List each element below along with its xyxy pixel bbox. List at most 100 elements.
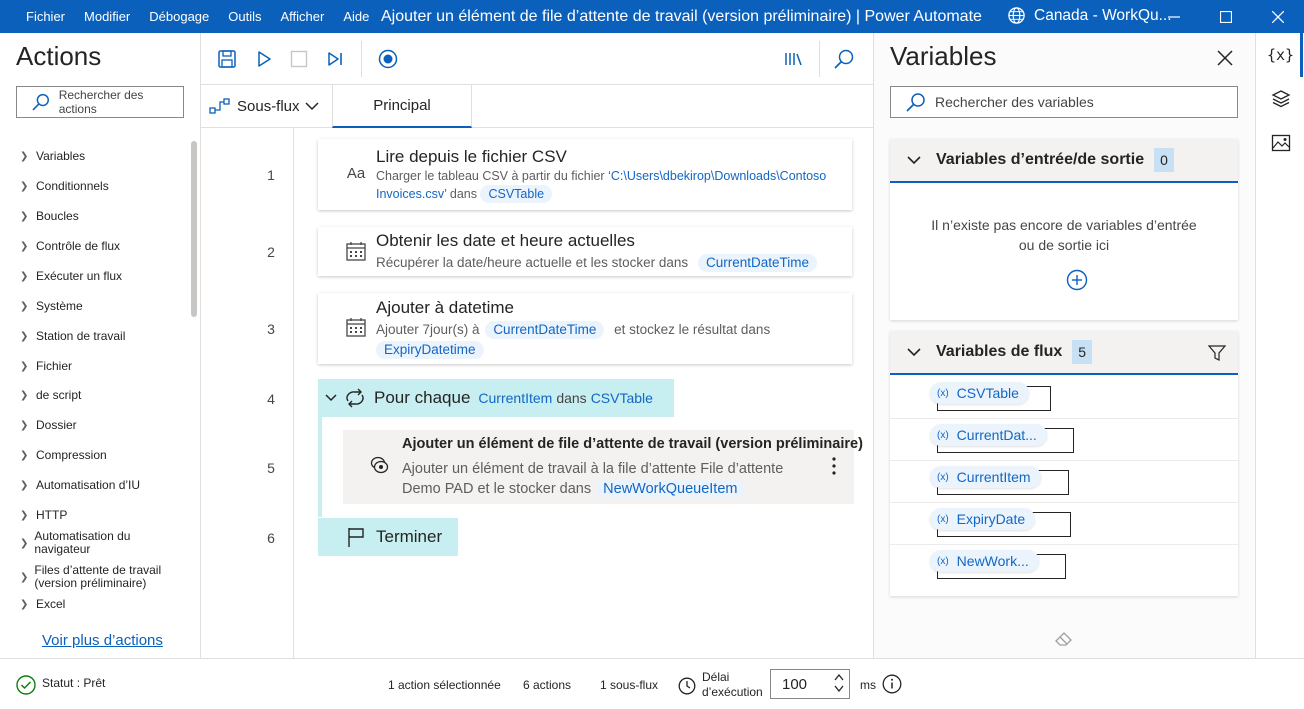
action-group-systeme[interactable]: ❯ Système — [20, 300, 83, 313]
action-group-label: Automatisation d’IU — [36, 478, 141, 492]
variable-icon: (x) — [937, 471, 949, 483]
chevron-down-icon[interactable] — [833, 683, 845, 694]
variable-pill[interactable]: (x) CSVTable — [930, 382, 1029, 404]
variable-pill: CurrentDateTime — [697, 254, 817, 272]
run-next-action-button[interactable] — [323, 47, 347, 71]
variable-pill: CSVTable — [480, 185, 553, 203]
menu-fichier[interactable]: Fichier — [22, 9, 69, 24]
action-group-automatisation-iu[interactable]: ❯ Automatisation d’IU — [20, 479, 140, 492]
action-group-dossier[interactable]: ❯ Dossier — [20, 419, 77, 432]
menu-afficher[interactable]: Afficher — [277, 9, 329, 24]
action-for-each[interactable]: Pour chaque CurrentItem dans CSVTable — [318, 379, 674, 417]
flow-variable-row[interactable]: (x) CurrentDat... — [890, 419, 1238, 461]
stop-button[interactable] — [287, 47, 311, 71]
action-add-datetime[interactable]: Ajouter à datetime Ajouter 7jour(s) à Cu… — [318, 293, 852, 364]
designer-toolbar — [201, 33, 874, 85]
action-group-boucles[interactable]: ❯ Boucles — [20, 210, 79, 223]
action-description: Charger le tableau CSV à partir du fichi… — [376, 167, 846, 203]
action-group-controle-flux[interactable]: ❯ Contrôle de flux — [20, 240, 120, 253]
action-group-conditionnels[interactable]: ❯ Conditionnels — [20, 180, 109, 193]
search-flow-button[interactable] — [832, 47, 856, 71]
subflows-count: 1 sous-flux — [600, 678, 659, 692]
delay-unit: ms — [860, 678, 876, 692]
action-group-excel[interactable]: ❯ Excel — [20, 598, 65, 611]
action-description: Récupérer la date/heure actuelle et les … — [376, 253, 817, 273]
action-group-label: Automatisation du navigateur — [34, 529, 131, 556]
variables-search-input[interactable]: Rechercher des variables — [890, 86, 1238, 118]
action-add-work-queue-item[interactable]: Ajouter un élément de file d’attente de … — [343, 430, 863, 504]
flow-variable-row[interactable]: (x) NewWork... — [890, 545, 1238, 587]
close-window-button[interactable] — [1252, 0, 1304, 33]
stepper-arrows — [833, 672, 845, 694]
minimize-button[interactable] — [1148, 0, 1200, 33]
filter-icon[interactable] — [1208, 345, 1226, 361]
ui-elements-button[interactable] — [781, 47, 805, 71]
clear-button[interactable] — [1054, 629, 1076, 652]
variable-pill[interactable]: (x) ExpiryDate — [930, 508, 1036, 530]
run-button[interactable] — [252, 47, 276, 71]
flow-variable-row[interactable]: (x) ExpiryDate — [890, 503, 1238, 545]
menu-aide[interactable]: Aide — [339, 9, 373, 24]
info-icon[interactable] — [882, 674, 902, 694]
menu-debogage[interactable]: Débogage — [145, 9, 213, 24]
close-variables-button[interactable] — [1215, 48, 1235, 68]
menu-outils[interactable]: Outils — [224, 9, 265, 24]
action-group-fichier[interactable]: ❯ Fichier — [20, 360, 72, 373]
variable-pill[interactable]: (x) CurrentDat... — [930, 424, 1047, 446]
actions-scrollbar[interactable] — [191, 141, 197, 317]
count-badge: 5 — [1072, 340, 1093, 364]
actions-search-input[interactable]: Rechercher des actions — [16, 86, 184, 118]
action-end[interactable]: Terminer — [318, 518, 458, 556]
variable-pill[interactable]: (x) CurrentItem — [930, 466, 1041, 488]
add-io-variable-button[interactable] — [1066, 269, 1088, 296]
action-group-variables[interactable]: ❯ Variables — [20, 150, 85, 163]
action-group-label: Conditionnels — [36, 179, 109, 193]
chevron-right-icon: ❯ — [20, 599, 29, 610]
action-get-datetime[interactable]: Obtenir les date et heure actuelles Récu… — [318, 227, 852, 276]
action-group-files-attente[interactable]: ❯ Files d’attente de travail (version pré… — [20, 564, 178, 590]
actions-heading: Actions — [16, 41, 102, 71]
keyword-text: dans — [556, 390, 587, 406]
action-read-csv[interactable]: Aa Lire depuis le fichier CSV Charger le… — [318, 139, 852, 210]
description-text: Demo PAD et le stocker dans — [402, 481, 592, 497]
io-variables-header[interactable]: Variables d’entrée/de sortie 0 — [890, 139, 1238, 183]
rail-ui-elements-button[interactable] — [1256, 77, 1304, 121]
flow-variable-row[interactable]: (x) CurrentItem — [890, 461, 1238, 503]
more-actions-link[interactable]: Voir plus d’actions — [42, 632, 163, 649]
actions-pane: Actions Rechercher des actions ❯ Variable… — [0, 33, 201, 658]
action-group-script[interactable]: ❯ de script — [20, 389, 81, 402]
tab-principal[interactable]: Principal — [332, 85, 472, 128]
menu-modifier[interactable]: Modifier — [80, 9, 134, 24]
action-title: Pour chaque — [374, 388, 471, 407]
delay-stepper[interactable]: 100 — [770, 669, 850, 699]
variables-search-placeholder: Rechercher des variables — [935, 94, 1094, 110]
save-icon — [218, 50, 236, 68]
flow-variable-row[interactable]: (x) CSVTable — [890, 377, 1238, 419]
environment-picker[interactable]: Canada - WorkQu... — [1007, 6, 1172, 25]
action-group-label: Variables — [36, 149, 86, 163]
actions-count: 6 actions — [523, 678, 572, 692]
action-group-automatisation-navigateur[interactable]: ❯ Automatisation du navigateur — [20, 530, 160, 556]
variable-pill[interactable]: (x) NewWork... — [930, 550, 1039, 572]
variable-value: CurrentItem — [478, 390, 553, 406]
action-group-compression[interactable]: ❯ Compression — [20, 449, 107, 462]
variable-name: ExpiryDate — [956, 511, 1026, 527]
flow-variables-header[interactable]: Variables de flux 5 — [890, 331, 1238, 375]
record-button[interactable] — [376, 47, 400, 71]
maximize-button[interactable] — [1200, 0, 1252, 33]
rail-variables-button[interactable]: {x} — [1256, 33, 1304, 77]
rail-images-button[interactable] — [1256, 121, 1304, 165]
action-group-executer-flux[interactable]: ❯ Exécuter un flux — [20, 270, 122, 283]
subflow-dropdown[interactable]: Sous-flux — [209, 97, 326, 115]
action-group-label: Boucles — [36, 209, 79, 223]
action-group-label: Exécuter un flux — [36, 269, 123, 283]
action-group-http[interactable]: ❯ HTTP — [20, 509, 67, 522]
save-button[interactable] — [215, 47, 239, 71]
actions-search-placeholder: Rechercher des actions — [58, 88, 144, 116]
description-text: Ajouter un élément de travail à la file … — [402, 461, 784, 477]
more-options-button[interactable] — [831, 456, 837, 481]
action-group-station-travail[interactable]: ❯ Station de travail — [20, 330, 125, 343]
calendar-icon — [344, 239, 368, 263]
chevron-right-icon: ❯ — [20, 241, 29, 252]
chevron-up-icon[interactable] — [833, 672, 845, 683]
